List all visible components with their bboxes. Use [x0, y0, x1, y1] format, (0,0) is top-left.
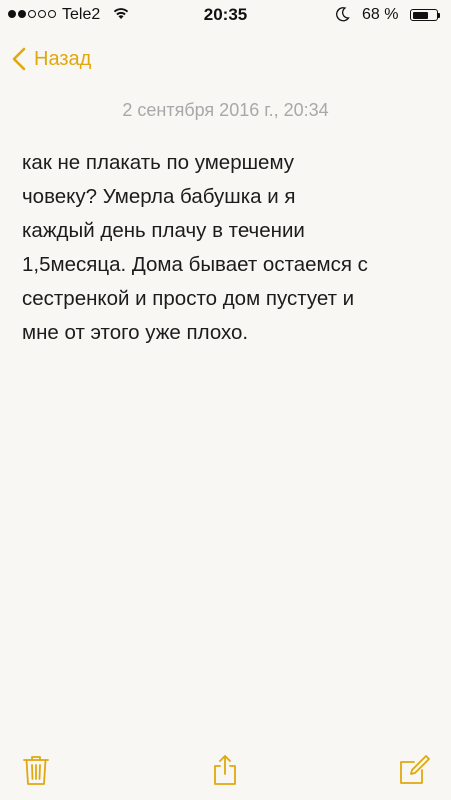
chevron-left-icon: [12, 47, 26, 71]
notes-screen: Tele2 20:35 68 % Назад 2 сентября 2016 г…: [0, 0, 451, 800]
status-bar: Tele2 20:35 68 %: [0, 0, 451, 30]
do-not-disturb-moon-icon: [336, 6, 350, 27]
trash-icon[interactable]: [22, 754, 50, 791]
battery-level-fill: [412, 11, 429, 19]
back-button[interactable]: Назад: [12, 44, 91, 74]
compose-icon[interactable]: [398, 754, 430, 791]
bottom-toolbar: [0, 740, 451, 800]
note-body-text[interactable]: как не плакать по умершему човеку? Умерл…: [22, 146, 433, 350]
battery-percent: 68 %: [362, 6, 399, 23]
note-date: 2 сентября 2016 г., 20:34: [122, 100, 329, 120]
share-icon[interactable]: [211, 754, 239, 791]
battery-icon: [410, 9, 438, 21]
back-button-label: Назад: [34, 47, 92, 70]
